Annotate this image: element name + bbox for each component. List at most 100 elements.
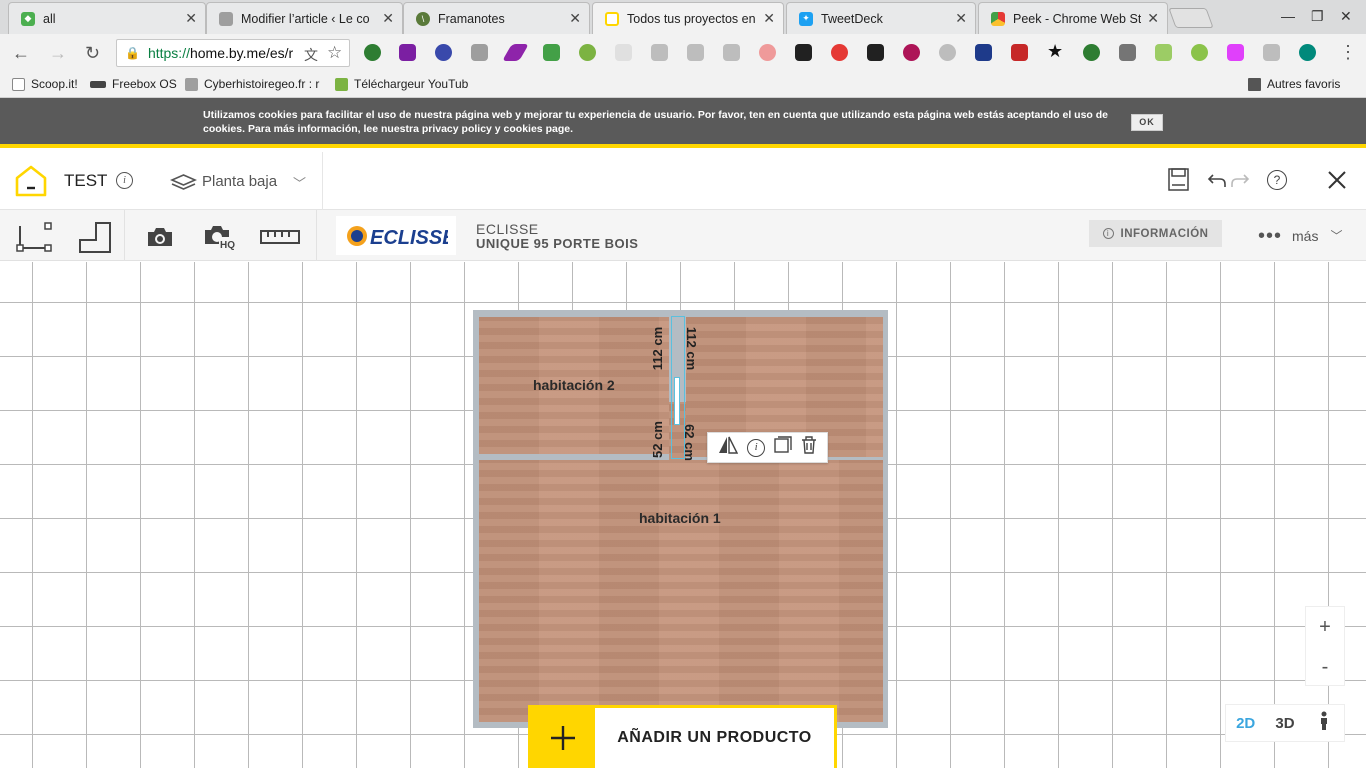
floor-selector[interactable]: Planta baja [202, 173, 277, 190]
extension-icon[interactable] [1299, 44, 1316, 61]
close-tab-icon[interactable]: ✕ [955, 10, 967, 27]
page-icon [12, 77, 25, 91]
browser-tab-active[interactable]: Todos tus proyectos en ✕ [592, 2, 784, 34]
extension-icon[interactable] [759, 44, 776, 61]
info-icon[interactable]: i [747, 438, 766, 457]
room-1-floor[interactable] [479, 460, 883, 722]
object-context-menu: i [707, 432, 828, 463]
extension-icon[interactable] [364, 44, 381, 61]
freebox-icon [90, 80, 106, 88]
draw-room-icon[interactable] [78, 220, 112, 254]
window-close-icon[interactable]: ✕ [1340, 8, 1352, 25]
cookie-text: Utilizamos cookies para facilitar el uso… [203, 109, 1109, 135]
minimize-icon[interactable]: — [1281, 8, 1295, 24]
undo-icon[interactable] [1207, 171, 1227, 189]
dimension-label: 112 cm [650, 326, 666, 371]
add-product-button[interactable]: AÑADIR UN PRODUCTO [528, 705, 837, 768]
plan-canvas[interactable]: habitación 2 habitación 1 112 cm 112 cm … [0, 262, 1366, 768]
extension-icon[interactable] [1263, 44, 1280, 61]
close-icon[interactable] [1326, 169, 1348, 191]
star-extension-icon[interactable]: ★ [1047, 41, 1063, 62]
extension-icon[interactable] [975, 44, 992, 61]
browser-tab[interactable]: ◆ all ✕ [8, 2, 206, 34]
tool-bar: HQ ECLISSE ECLISSE UNIQUE 95 PORTE BOIS … [0, 210, 1366, 261]
redo-icon[interactable] [1230, 171, 1250, 189]
close-tab-icon[interactable]: ✕ [569, 10, 581, 27]
bookmark-item[interactable]: Freebox OS [90, 77, 177, 91]
rss-icon[interactable] [723, 44, 740, 61]
room-label-1: habitación 1 [639, 510, 721, 526]
browser-tab[interactable]: Modifier l’article ‹ Le co ✕ [206, 2, 403, 34]
zoom-in-button[interactable]: + [1306, 607, 1344, 647]
bookmark-item[interactable]: Cyberhistoiregeo.fr : r [185, 77, 319, 91]
qr-code-icon[interactable] [795, 44, 812, 61]
onenote-icon[interactable] [399, 44, 416, 61]
more-menu[interactable]: ••• más ﹀ [1258, 226, 1342, 246]
close-tab-icon[interactable]: ✕ [1147, 10, 1159, 27]
bookmark-star-icon[interactable]: ☆ [327, 43, 342, 63]
translate-icon[interactable]: 文 [304, 45, 318, 65]
back-icon[interactable]: ← [12, 43, 30, 64]
camera-icon[interactable] [471, 44, 488, 61]
project-name[interactable]: TEST [64, 171, 107, 191]
opera-icon[interactable] [831, 44, 848, 61]
extension-icon[interactable] [903, 44, 920, 61]
ruler-icon[interactable] [260, 229, 300, 245]
tab-favicon-icon [991, 11, 1005, 26]
browser-tab[interactable]: \ Framanotes ✕ [403, 2, 590, 34]
duplicate-icon[interactable] [774, 436, 792, 459]
extension-icon[interactable] [651, 44, 668, 61]
flip-icon[interactable] [718, 436, 739, 459]
close-tab-icon[interactable]: ✕ [185, 10, 197, 27]
folder-icon [1248, 77, 1261, 91]
other-bookmarks[interactable]: Autres favoris [1248, 77, 1340, 91]
cookie-banner: Utilizamos cookies para facilitar el uso… [0, 98, 1366, 148]
zoom-out-button[interactable]: - [1306, 647, 1344, 687]
close-tab-icon[interactable]: ✕ [382, 10, 394, 27]
extension-icon[interactable] [579, 44, 596, 61]
camera-icon[interactable] [146, 226, 174, 248]
browser-tab-strip: ◆ all ✕ Modifier l’article ‹ Le co ✕ \ F… [0, 0, 1366, 34]
extension-icon[interactable] [543, 44, 560, 61]
view-3d-button[interactable]: 3D [1265, 715, 1304, 732]
forward-icon[interactable]: → [49, 43, 67, 64]
extension-icon[interactable] [1227, 44, 1244, 61]
save-icon[interactable] [1168, 168, 1189, 191]
extension-icon[interactable] [435, 44, 452, 61]
browser-tab[interactable]: ✦ TweetDeck ✕ [786, 2, 976, 34]
information-button[interactable]: i INFORMACIÓN [1089, 220, 1222, 247]
help-icon[interactable]: ? [1267, 170, 1287, 190]
hq-camera-icon[interactable]: HQ [203, 224, 237, 250]
draw-wall-icon[interactable] [16, 220, 52, 254]
chrome-menu-icon[interactable]: ⋮ [1339, 42, 1357, 63]
extension-icon[interactable] [615, 44, 632, 61]
lock-icon: 🔒 [125, 46, 140, 60]
reload-icon[interactable]: ↻ [85, 43, 100, 64]
extension-icon[interactable] [1011, 44, 1028, 61]
extension-icon[interactable] [1083, 44, 1100, 61]
qr-code-icon[interactable] [867, 44, 884, 61]
cookie-ok-button[interactable]: OK [1131, 114, 1163, 131]
view-2d-button[interactable]: 2D [1226, 715, 1265, 732]
restore-icon[interactable]: ❐ [1311, 8, 1324, 25]
project-info-icon[interactable]: i [116, 172, 133, 189]
extension-icon[interactable] [939, 44, 956, 61]
feather-icon[interactable] [502, 44, 529, 61]
extension-icon[interactable] [687, 44, 704, 61]
chevron-down-icon[interactable]: ﹀ [293, 173, 306, 192]
layers-icon [170, 173, 197, 191]
cast-icon[interactable] [1119, 44, 1136, 61]
room-label-2: habitación 2 [533, 377, 615, 393]
extension-icon[interactable] [1155, 44, 1172, 61]
browser-tab[interactable]: Peek - Chrome Web Sto ✕ [978, 2, 1168, 34]
home-logo-icon[interactable] [14, 164, 48, 198]
first-person-view-icon[interactable] [1305, 711, 1344, 735]
bookmark-item[interactable]: Scoop.it! [12, 77, 78, 91]
bookmark-item[interactable]: Téléchargeur YouTub [335, 77, 468, 91]
product-name: UNIQUE 95 PORTE BOIS [476, 236, 639, 251]
new-tab-button[interactable] [1168, 8, 1214, 28]
extension-icon[interactable] [1191, 44, 1208, 61]
close-tab-icon[interactable]: ✕ [763, 10, 775, 27]
trash-icon[interactable] [801, 436, 817, 459]
header-divider [322, 152, 323, 210]
